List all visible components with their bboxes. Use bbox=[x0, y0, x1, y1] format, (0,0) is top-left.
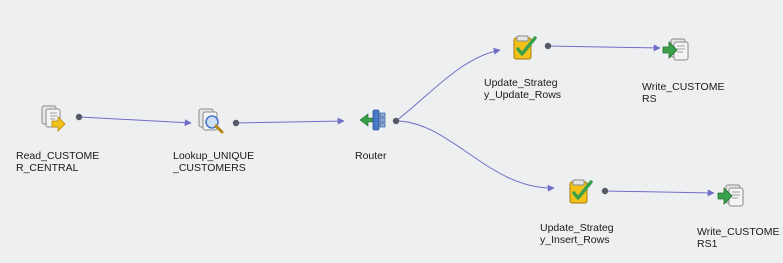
label-line: R_CENTRAL bbox=[16, 162, 79, 174]
update-strategy-icon bbox=[569, 179, 593, 204]
target-write-icon bbox=[662, 38, 689, 61]
link-insert-rows-to-write-customers1[interactable] bbox=[604, 189, 715, 197]
node-label: Update_Strateg y_Update_Rows bbox=[484, 77, 561, 101]
router-icon bbox=[359, 109, 386, 131]
label-line: _CUSTOMERS bbox=[173, 162, 246, 174]
label-line: RS1 bbox=[697, 238, 718, 250]
label-line: Write_CUSTOME bbox=[697, 226, 780, 238]
link-read-to-lookup[interactable] bbox=[79, 116, 192, 127]
lookup-output-port[interactable] bbox=[232, 119, 240, 127]
read-output-port[interactable] bbox=[75, 113, 83, 121]
update-rows-output-port[interactable] bbox=[544, 42, 552, 50]
insert-rows-output-port[interactable] bbox=[601, 187, 609, 195]
node-label: Lookup_UNIQUE _CUSTOMERS bbox=[173, 150, 254, 174]
source-qualifier-icon bbox=[41, 105, 66, 132]
label-line: Router bbox=[355, 150, 387, 162]
mapping-canvas[interactable]: Read_CUSTOME R_CENTRAL Lookup_UNIQUE _CU… bbox=[0, 0, 783, 263]
router-output-port[interactable] bbox=[392, 117, 400, 125]
lookup-icon bbox=[198, 108, 224, 134]
label-line: y_Insert_Rows bbox=[540, 234, 610, 246]
node-label: Read_CUSTOME R_CENTRAL bbox=[16, 150, 99, 174]
link-lookup-to-router[interactable] bbox=[235, 117, 345, 125]
update-strategy-icon bbox=[513, 35, 537, 60]
node-label: Write_CUSTOME RS bbox=[642, 81, 724, 105]
link-router-to-insert-rows[interactable] bbox=[395, 120, 555, 192]
label-line: Update_Strateg bbox=[484, 77, 558, 89]
node-label: Router bbox=[355, 150, 387, 162]
node-label: Update_Strateg y_Insert_Rows bbox=[540, 222, 614, 246]
link-update-rows-to-write-customers[interactable] bbox=[547, 44, 661, 52]
label-line: Lookup_UNIQUE bbox=[173, 150, 255, 162]
label-line: Write_CUSTOME bbox=[642, 81, 725, 93]
target-write-icon bbox=[717, 184, 744, 207]
label-line: y_Update_Rows bbox=[484, 89, 562, 101]
node-label: Write_CUSTOME RS1 bbox=[697, 226, 779, 250]
label-line: RS bbox=[642, 93, 657, 105]
label-line: Update_Strateg bbox=[540, 222, 614, 234]
label-line: Read_CUSTOME bbox=[16, 150, 100, 162]
